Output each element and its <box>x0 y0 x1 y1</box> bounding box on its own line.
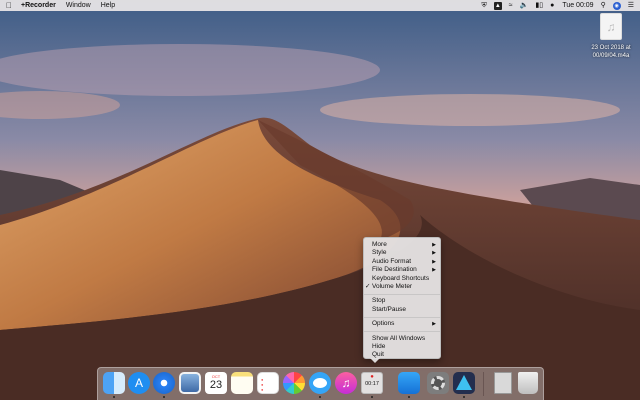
menu-window[interactable]: Window <box>66 2 91 9</box>
menu-help[interactable]: Help <box>101 2 115 9</box>
submenu-arrow-icon: ▶ <box>432 258 436 265</box>
menu-item-style[interactable]: Style ▶ <box>364 249 440 257</box>
menu-item-label: Start/Pause <box>372 305 406 313</box>
running-indicator <box>371 396 373 398</box>
submenu-arrow-icon: ▶ <box>432 242 436 248</box>
record-dot-icon: ● <box>370 374 374 380</box>
dock-notes-icon[interactable] <box>231 372 253 394</box>
volume-icon[interactable]: 🔈 <box>520 0 529 11</box>
running-indicator <box>163 396 165 398</box>
submenu-arrow-icon: ▶ <box>432 321 436 328</box>
menu-item-label: Style <box>372 249 387 257</box>
dock-divider <box>483 372 484 396</box>
menu-item-label: File Destination <box>372 266 417 274</box>
running-indicator <box>319 396 321 398</box>
submenu-arrow-icon: ▶ <box>432 250 436 257</box>
menu-item-show-all-windows[interactable]: Show All Windows <box>364 335 440 343</box>
file-label: 23 Oct 2018 at 00/09/04.m4a <box>583 44 639 60</box>
menu-item-label: Options <box>372 320 395 328</box>
dock-recorder-icon[interactable]: ● 00:17 <box>361 372 383 394</box>
menu-item-more[interactable]: More ▶ <box>364 241 440 249</box>
dock-app-store-icon[interactable]: A <box>128 372 150 394</box>
battery-icon[interactable]: ▮▯ <box>535 0 543 11</box>
triangle-icon <box>456 375 472 390</box>
speech-bubble-icon <box>313 378 327 388</box>
gear-icon <box>431 376 445 390</box>
apple-logo-icon[interactable]:  <box>6 0 12 11</box>
menu-item-file-destination[interactable]: File Destination ▶ <box>364 266 440 274</box>
calendar-day: 23 <box>209 379 223 391</box>
dock-calendar-icon[interactable]: OCT 23 <box>205 372 227 394</box>
dock-reminders-icon[interactable]: ● ● ● <box>257 372 279 394</box>
menu-item-hide[interactable]: Hide <box>364 343 440 351</box>
menu-pointer <box>370 358 380 363</box>
menu-item-label: Volume Meter <box>372 282 413 290</box>
dock-photos-icon[interactable] <box>283 372 305 394</box>
dock-messages-icon[interactable] <box>309 372 331 394</box>
siri-icon[interactable]: ◉ <box>612 1 621 10</box>
running-indicator <box>463 396 465 398</box>
dock-itunes-icon[interactable]: ♫ <box>335 372 357 394</box>
dock-finder-icon[interactable] <box>103 372 125 394</box>
running-indicator <box>113 396 115 398</box>
menu-item-stop[interactable]: Stop <box>364 297 440 305</box>
menu-separator <box>364 331 440 333</box>
wifi-icon[interactable]: ≈ <box>509 0 513 11</box>
shield-icon[interactable]: ⛨ <box>482 0 487 11</box>
search-icon[interactable]: ⚲ <box>601 0 606 11</box>
menu-item-keyboard-shortcuts[interactable]: Keyboard Shortcuts <box>364 275 440 283</box>
file-label-line2: 00/09/04.m4a <box>592 53 630 59</box>
dock-xcode-icon[interactable] <box>398 372 420 394</box>
menu-item-label: More <box>372 241 387 248</box>
menu-item-label: Keyboard Shortcuts <box>372 274 430 282</box>
dock-system-preferences-icon[interactable] <box>427 372 449 394</box>
menu-item-label: Hide <box>372 342 386 350</box>
dock-affinity-icon[interactable] <box>453 372 475 394</box>
menu-item-label: Show All Windows <box>372 334 426 342</box>
menu-bar:  +Recorder Window Help ⛨ ▲ ≈ 🔈 ▮▯ ● Tue… <box>0 0 640 11</box>
menu-separator <box>364 293 440 295</box>
dock-context-menu: More ▶ Style ▶ Audio Format ▶ File Desti… <box>363 237 441 363</box>
reminder-dots: ● ● ● <box>261 377 264 392</box>
dock-safari-icon[interactable] <box>153 372 175 394</box>
recorder-time: 00:17 <box>365 381 379 387</box>
dock-preview-icon[interactable] <box>179 372 201 394</box>
dock-documents-stack-icon[interactable] <box>494 372 512 394</box>
menu-separator <box>364 316 440 318</box>
menu-item-volume-meter[interactable]: ✓ Volume Meter <box>364 283 440 291</box>
submenu-arrow-icon: ▶ <box>432 267 436 274</box>
menu-item-label: Audio Format <box>372 257 412 265</box>
calendar-month: OCT <box>211 374 221 379</box>
file-label-line1: 23 Oct 2018 at <box>591 45 631 51</box>
menu-item-options[interactable]: Options ▶ <box>364 320 440 328</box>
dock: A OCT 23 ● ● ● ♫ ● 00:17 <box>97 367 544 400</box>
desktop-wallpaper <box>0 0 640 400</box>
menu-item-label: Stop <box>372 297 386 305</box>
menu-item-start-pause[interactable]: Start/Pause <box>364 306 440 314</box>
menu-app-name[interactable]: +Recorder <box>21 2 56 9</box>
menu-item-audio-format[interactable]: Audio Format ▶ <box>364 258 440 266</box>
checkmark-icon: ✓ <box>365 282 371 290</box>
airplay-icon[interactable]: ▲ <box>493 1 502 10</box>
menu-clock[interactable]: Tue 00:09 <box>562 2 593 9</box>
desktop-audio-file[interactable]: ♫ 23 Oct 2018 at 00/09/04.m4a <box>583 13 639 60</box>
dock-trash-icon[interactable] <box>518 372 538 394</box>
user-icon[interactable]: ● <box>550 0 554 11</box>
list-icon[interactable]: ☰ <box>628 0 634 11</box>
running-indicator <box>408 396 410 398</box>
music-note-icon: ♫ <box>600 13 622 40</box>
